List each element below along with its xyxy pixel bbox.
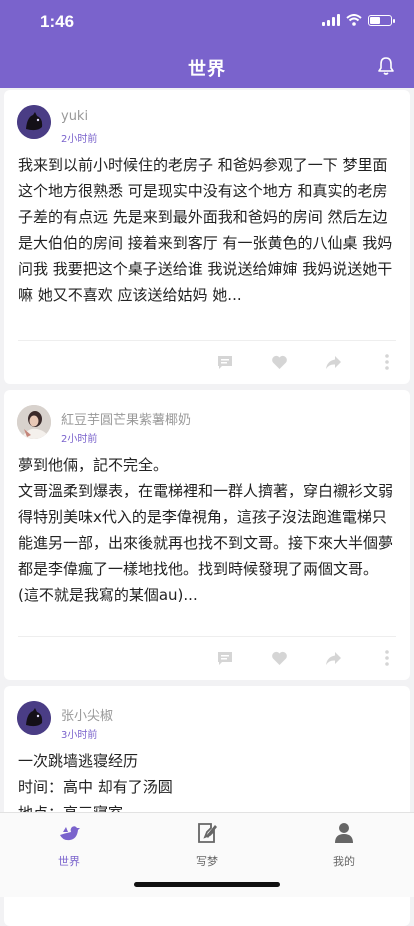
comment-button[interactable] — [216, 649, 234, 667]
post-card[interactable]: 紅豆芋圓芒果紫薯椰奶 2小时前 夢到他倆，記不完全。 文哥溫柔到爆表，在電梯裡和… — [4, 390, 410, 680]
tab-label: 世界 — [58, 855, 80, 868]
tab-label: 写梦 — [196, 855, 218, 868]
heart-icon — [271, 651, 287, 665]
post-text[interactable]: 我来到以前小时候住的老房子 和爸妈参观了一下 梦里面这个地方很熟悉 可是现实中没… — [18, 152, 396, 308]
cat-avatar-icon — [17, 105, 51, 139]
more-vertical-icon — [385, 650, 389, 666]
page-title: 世界 — [188, 59, 226, 80]
tab-world[interactable]: 世界 — [29, 821, 109, 869]
like-button[interactable] — [270, 353, 288, 371]
comment-icon — [218, 652, 232, 665]
avatar[interactable] — [17, 405, 51, 439]
more-vertical-icon — [385, 354, 389, 370]
status-bar: 1:46 — [0, 0, 414, 44]
tab-write-dream[interactable]: 写梦 — [167, 821, 247, 869]
wifi-icon — [346, 14, 362, 26]
bell-icon[interactable] — [376, 56, 396, 76]
post-text[interactable]: 夢到他倆，記不完全。 文哥溫柔到爆表，在電梯裡和一群人擠著，穿白襯衫文弱得特別美… — [18, 452, 396, 608]
share-button[interactable] — [324, 649, 342, 667]
avatar[interactable] — [17, 105, 51, 139]
heart-icon — [271, 355, 287, 369]
more-button[interactable] — [378, 353, 396, 371]
photo-avatar-icon — [17, 405, 51, 439]
post-actions — [216, 649, 396, 667]
post-author[interactable]: 紅豆芋圓芒果紫薯椰奶 — [61, 409, 191, 428]
cat-avatar-icon — [17, 701, 51, 735]
post-time: 3小时前 — [61, 730, 98, 741]
status-icons — [322, 14, 395, 26]
status-time: 1:46 — [40, 12, 75, 31]
bird-icon — [60, 826, 80, 841]
home-indicator — [134, 882, 280, 887]
battery-icon — [368, 14, 395, 26]
post-actions — [216, 353, 396, 371]
avatar[interactable] — [17, 701, 51, 735]
post-author[interactable]: yuki — [61, 109, 88, 124]
tab-profile[interactable]: 我的 — [304, 821, 384, 869]
like-button[interactable] — [270, 649, 288, 667]
divider — [18, 636, 396, 637]
share-icon — [325, 355, 341, 369]
pen-icon — [198, 823, 217, 843]
comment-icon — [218, 356, 232, 369]
tab-label: 我的 — [333, 855, 355, 868]
post-time: 2小时前 — [61, 134, 98, 145]
divider — [18, 340, 396, 341]
more-button[interactable] — [378, 649, 396, 667]
person-icon — [335, 823, 353, 843]
post-time: 2小时前 — [61, 434, 98, 445]
post-author[interactable]: 张小尖椒 — [61, 705, 113, 724]
share-icon — [325, 651, 341, 665]
comment-button[interactable] — [216, 353, 234, 371]
header: 1:46 世界 — [0, 0, 414, 88]
post-card[interactable]: yuki 2小时前 我来到以前小时候住的老房子 和爸妈参观了一下 梦里面这个地方… — [4, 90, 410, 384]
share-button[interactable] — [324, 353, 342, 371]
signal-icon — [322, 14, 340, 26]
